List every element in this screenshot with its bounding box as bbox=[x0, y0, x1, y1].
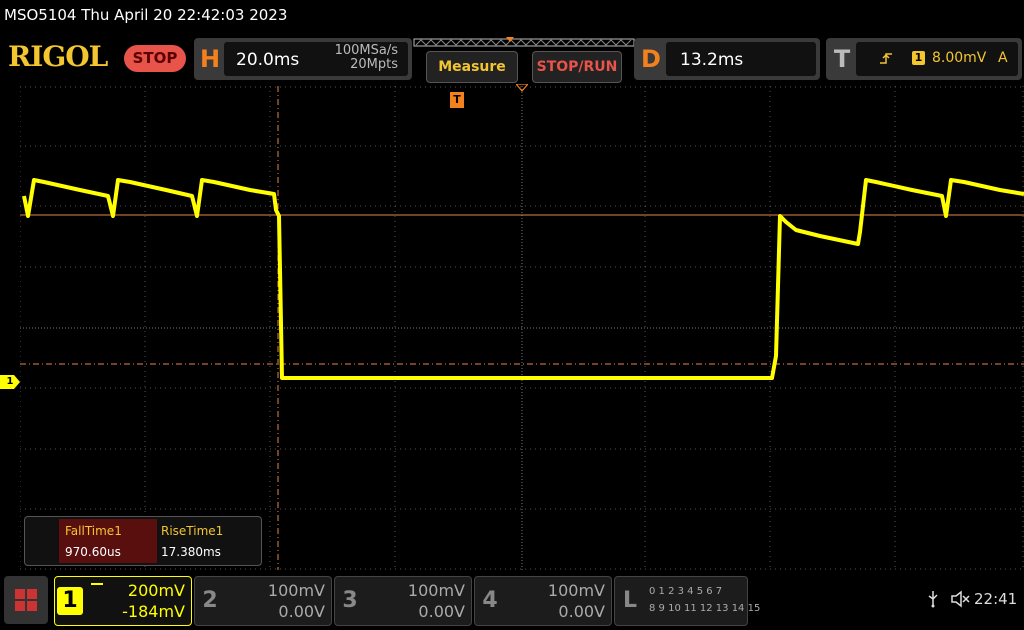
measure-button[interactable]: Measure bbox=[426, 51, 518, 83]
channel-1-offset: -184mV bbox=[122, 602, 185, 621]
measure-label-rise: RiseTime1 bbox=[161, 524, 224, 538]
run-state-badge[interactable]: STOP bbox=[124, 45, 186, 72]
measure-label-fall: FallTime1 bbox=[65, 524, 122, 538]
channel-3-number: 3 bbox=[342, 588, 358, 613]
trigger-source: 1 bbox=[912, 51, 925, 65]
graticule bbox=[19, 86, 1024, 570]
rigol-logo: RIGOL bbox=[8, 40, 108, 73]
horizontal-letter: H bbox=[199, 45, 221, 73]
speaker-muted-icon[interactable] bbox=[950, 590, 970, 608]
channel-2-scale: 100mV bbox=[267, 581, 325, 600]
logic-bits-row2: 8 9 10 11 12 13 14 15 bbox=[649, 603, 761, 614]
channel-1-number: 1 bbox=[57, 587, 83, 615]
channel-3-offset: 0.00V bbox=[418, 602, 465, 621]
channel-1-tile[interactable]: 1 200mV -184mV bbox=[54, 576, 192, 626]
memory-strip bbox=[413, 37, 635, 47]
channel-3-scale: 100mV bbox=[407, 581, 465, 600]
logic-tile[interactable]: L 0 1 2 3 4 5 6 7 8 9 10 11 12 13 14 15 bbox=[614, 576, 760, 626]
memory-depth: 20Mpts bbox=[350, 57, 398, 72]
clock: 22:41 bbox=[974, 590, 1018, 608]
logic-letter: L bbox=[622, 588, 638, 613]
rising-edge-icon bbox=[880, 53, 892, 64]
window-title: MSO5104 Thu April 20 22:42:03 2023 bbox=[4, 6, 288, 24]
measure-value-fall: 970.60us bbox=[65, 545, 121, 559]
delay-letter: D bbox=[641, 45, 661, 73]
timebase-value: 20.0ms bbox=[236, 50, 300, 70]
channel-4-number: 4 bbox=[482, 588, 498, 613]
channel-1-scale: 200mV bbox=[127, 581, 185, 600]
channel-4-scale: 100mV bbox=[547, 581, 605, 600]
channel-3-tile[interactable]: 3 100mV 0.00V bbox=[334, 576, 472, 626]
grid-menu-icon bbox=[15, 589, 37, 611]
stop-run-button[interactable]: STOP/RUN bbox=[532, 51, 622, 83]
channel-2-number: 2 bbox=[202, 588, 218, 613]
channel-4-offset: 0.00V bbox=[558, 602, 605, 621]
delay-panel[interactable]: D 13.2ms bbox=[634, 38, 820, 80]
waveform-display[interactable] bbox=[19, 86, 1024, 570]
center-marker-icon bbox=[516, 84, 528, 92]
trigger-panel[interactable]: T 1 8.00mV A bbox=[826, 38, 1022, 80]
channel1-offset-marker[interactable]: 1 bbox=[0, 375, 20, 389]
measure-value-rise: 17.380ms bbox=[161, 545, 221, 559]
channel-2-tile[interactable]: 2 100mV 0.00V bbox=[194, 576, 332, 626]
trigger-level: 8.00mV bbox=[932, 50, 987, 66]
title-bar: MSO5104 Thu April 20 22:42:03 2023 bbox=[0, 0, 1024, 34]
sample-rate: 100MSa/s bbox=[334, 43, 398, 58]
channel-2-offset: 0.00V bbox=[278, 602, 325, 621]
menu-button[interactable] bbox=[4, 576, 48, 624]
logic-bits-row1: 0 1 2 3 4 5 6 7 bbox=[649, 586, 723, 597]
measurement-panel[interactable]: FallTime1 970.60us RiseTime1 17.380ms bbox=[24, 516, 262, 566]
trigger-letter: T bbox=[833, 45, 851, 73]
trigger-position-marker[interactable]: T bbox=[450, 92, 464, 108]
usb-icon bbox=[928, 591, 938, 608]
channel-4-tile[interactable]: 4 100mV 0.00V bbox=[474, 576, 612, 626]
trigger-mode: A bbox=[998, 50, 1008, 66]
delay-value: 13.2ms bbox=[680, 50, 744, 70]
